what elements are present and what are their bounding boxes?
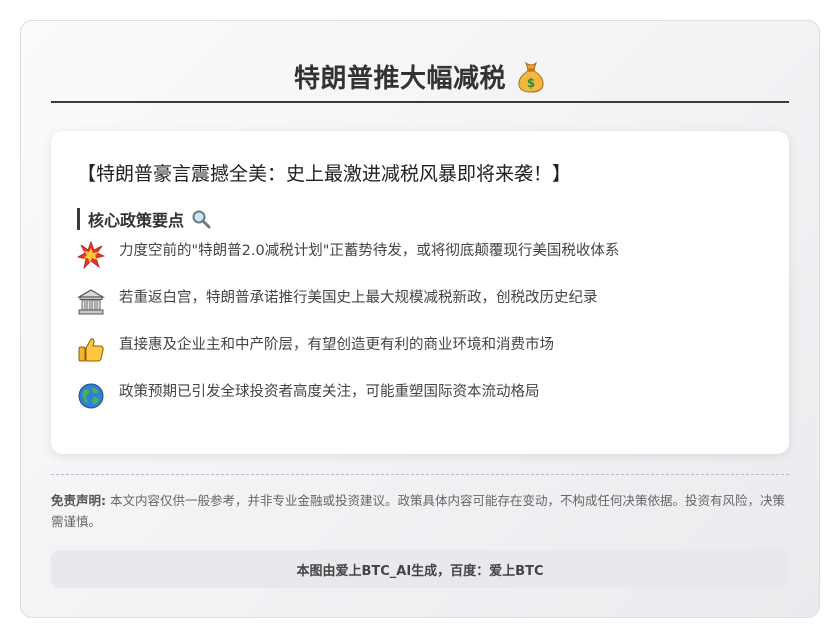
policy-point-text: 直接惠及企业主和中产阶层，有望创造更有利的商业环境和消费市场 bbox=[119, 337, 554, 353]
policy-content-panel: 【特朗普豪言震撼全美：史上最激进减税风暴即将来袭！】 核心政策要点 力度空前的"… bbox=[51, 131, 789, 454]
globe-icon bbox=[77, 382, 105, 410]
policy-point-text: 若重返白宫，特朗普承诺推行美国史上最大规模减税新政，创税改历史纪录 bbox=[119, 290, 598, 306]
magnifier-icon bbox=[191, 209, 211, 229]
svg-text:$: $ bbox=[527, 76, 535, 90]
disclaimer-text: 本文内容仅供一般参考，并非专业金融或投资建议。政策具体内容可能存在变动，不构成任… bbox=[51, 493, 785, 529]
disclaimer-label: 免责声明: bbox=[51, 493, 106, 508]
list-item: 若重返白宫，特朗普承诺推行美国史上最大规模减税新政，创税改历史纪录 bbox=[76, 288, 767, 335]
section-title-label: 核心政策要点 bbox=[88, 211, 185, 230]
dashed-divider bbox=[51, 474, 789, 475]
collision-icon bbox=[76, 240, 106, 270]
thumbs-up-icon bbox=[77, 335, 105, 363]
list-item: 政策预期已引发全球投资者高度关注，可能重塑国际资本流动格局 bbox=[77, 382, 767, 429]
policy-points-list: 力度空前的"特朗普2.0减税计划"正蓄势待发，或将彻底颠覆现行美国税收体系 若重… bbox=[76, 240, 767, 429]
list-item: 直接惠及企业主和中产阶层，有望创造更有利的商业环境和消费市场 bbox=[77, 335, 767, 382]
disclaimer: 免责声明: 本文内容仅供一般参考，并非专业金融或投资建议。政策具体内容可能存在变… bbox=[51, 490, 789, 532]
page-title: 特朗普推大幅减税 bbox=[293, 63, 506, 94]
policy-point-text: 政策预期已引发全球投资者高度关注，可能重塑国际资本流动格局 bbox=[119, 384, 540, 400]
title-bar: 特朗普推大幅减税 $ bbox=[51, 51, 789, 103]
policy-point-text: 力度空前的"特朗普2.0减税计划"正蓄势待发，或将彻底颠覆现行美国税收体系 bbox=[119, 243, 620, 259]
classical-building-icon bbox=[76, 288, 106, 316]
poster-card: 特朗普推大幅减税 $ 【特朗普豪言震撼全美：史上最激进减税风暴即将来袭！】 核心… bbox=[20, 20, 820, 618]
headline: 【特朗普豪言震撼全美：史上最激进减税风暴即将来袭！】 bbox=[77, 163, 572, 185]
section-title: 核心政策要点 bbox=[77, 208, 211, 230]
footer-text: 本图由爱上BTC_AI生成，百度：爱上BTC bbox=[296, 563, 544, 579]
money-bag-icon: $ bbox=[516, 59, 546, 93]
footer-credit: 本图由爱上BTC_AI生成，百度：爱上BTC bbox=[51, 550, 789, 588]
list-item: 力度空前的"特朗普2.0减税计划"正蓄势待发，或将彻底颠覆现行美国税收体系 bbox=[76, 240, 767, 288]
